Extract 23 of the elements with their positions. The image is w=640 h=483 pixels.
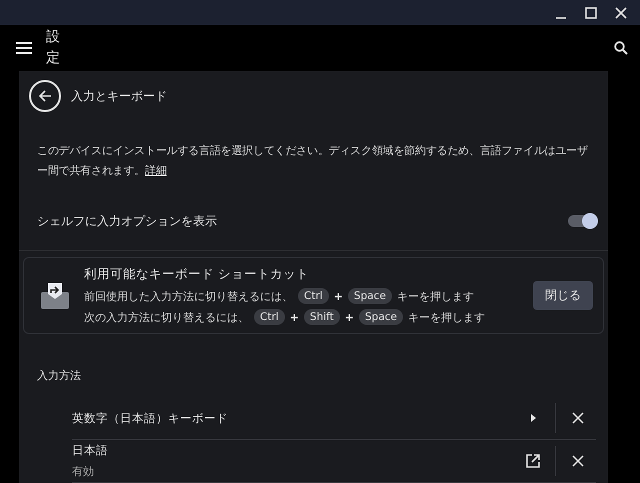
section-heading: 入力方法 bbox=[37, 368, 82, 383]
key-cap: Space bbox=[359, 309, 403, 325]
details-link[interactable]: 詳細 bbox=[145, 164, 167, 177]
shortcut-text: キーを押します bbox=[408, 310, 485, 324]
shortcut-text: 前回使用した入力方法に切り替えるには、 bbox=[84, 288, 293, 304]
method-name: 英数字（日本語）キーボード bbox=[72, 410, 229, 426]
key-cap: Space bbox=[348, 288, 392, 304]
shortcut-text: キーを押します bbox=[396, 288, 474, 304]
method-status: 有効 bbox=[72, 464, 95, 479]
card-title: 利用可能なキーボード ショートカット bbox=[84, 266, 310, 283]
page-title: 入力とキーボード bbox=[71, 88, 167, 104]
shortcut-text: 次の入力方法に切り替えるには、 bbox=[84, 310, 249, 324]
description-text: このデバイスにインストールする言語を選択してください。ディスク領域を節約するため、言語ファイルはユーザー間で共有されます。詳細 bbox=[37, 143, 589, 179]
key-cap: Ctrl bbox=[298, 288, 329, 304]
key-cap: Ctrl bbox=[254, 309, 285, 325]
plus-sign: + bbox=[290, 310, 299, 324]
key-cap: Shift bbox=[304, 309, 340, 325]
method-name: 日本語 bbox=[72, 443, 109, 458]
plus-sign: + bbox=[344, 310, 354, 324]
close-button[interactable]: 閉じる bbox=[533, 281, 593, 310]
toggle-label: シェルフに入力オプションを表示 bbox=[37, 212, 217, 230]
app-title: 設定 bbox=[46, 28, 60, 68]
plus-sign: + bbox=[334, 290, 343, 302]
